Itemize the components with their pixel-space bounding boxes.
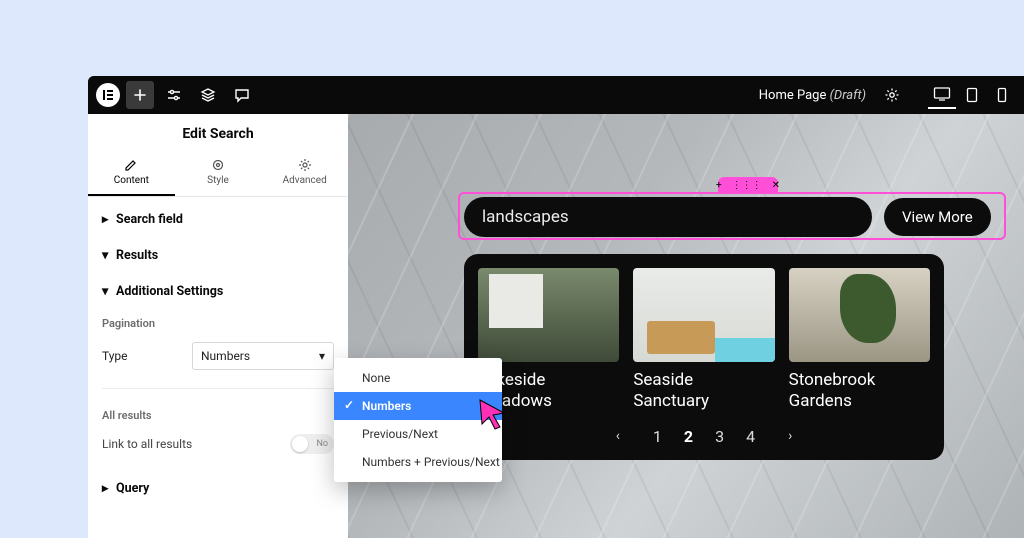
handle-drag-icon[interactable]: ⋮⋮⋮ bbox=[732, 180, 762, 191]
dropdown-option[interactable]: Numbers bbox=[334, 392, 502, 420]
result-thumbnail bbox=[633, 268, 774, 362]
caret-down-icon: ▾ bbox=[102, 283, 110, 299]
comments-icon[interactable] bbox=[228, 81, 256, 109]
caret-right-icon: ▸ bbox=[102, 211, 110, 227]
page-next[interactable]: › bbox=[788, 428, 792, 444]
page-settings-icon[interactable] bbox=[878, 81, 906, 109]
view-more-button[interactable]: View More bbox=[884, 198, 991, 236]
link-all-results-label: Link to all results bbox=[102, 437, 192, 451]
type-select[interactable]: Numbers ▾ bbox=[192, 342, 334, 370]
elementor-logo[interactable] bbox=[96, 83, 120, 107]
result-card[interactable]: SeasideSanctuary bbox=[633, 268, 774, 413]
tab-advanced[interactable]: Advanced bbox=[261, 152, 348, 196]
dropdown-option[interactable]: Previous/Next bbox=[334, 420, 502, 448]
result-card[interactable]: StonebrookGardens bbox=[789, 268, 930, 413]
pagination-label: Pagination bbox=[88, 309, 348, 336]
link-all-results-toggle[interactable]: No bbox=[290, 434, 334, 454]
topbar: Home Page (Draft) bbox=[88, 76, 1024, 114]
result-title: StonebrookGardens bbox=[789, 370, 930, 413]
panel-title: Edit Search bbox=[88, 114, 348, 152]
dropdown-option[interactable]: None bbox=[334, 364, 502, 392]
panel-tabs: Content Style Advanced bbox=[88, 152, 348, 197]
result-thumbnail bbox=[478, 268, 619, 362]
dropdown-option[interactable]: Numbers + Previous/Next bbox=[334, 448, 502, 476]
editor-panel: Edit Search Content Style Advanced ▸ bbox=[88, 114, 348, 538]
page-number[interactable]: 1 bbox=[653, 427, 662, 446]
divider bbox=[102, 388, 334, 389]
result-title: SeasideSanctuary bbox=[633, 370, 774, 413]
pagination: ‹ 1 2 3 4 › bbox=[478, 427, 930, 446]
all-results-label: All results bbox=[88, 401, 348, 428]
caret-down-icon: ▾ bbox=[102, 247, 110, 263]
page-number[interactable]: 3 bbox=[715, 427, 724, 446]
result-thumbnail bbox=[789, 268, 930, 362]
tab-content[interactable]: Content bbox=[88, 152, 175, 196]
device-tablet[interactable] bbox=[958, 81, 986, 109]
type-dropdown: NoneNumbersPrevious/NextNumbers + Previo… bbox=[334, 358, 502, 482]
structure-icon[interactable] bbox=[194, 81, 222, 109]
type-select-value: Numbers bbox=[201, 349, 250, 363]
page-title: Home Page (Draft) bbox=[759, 88, 866, 103]
page-prev[interactable]: ‹ bbox=[616, 428, 620, 444]
handle-close-icon[interactable]: ✕ bbox=[772, 180, 780, 191]
tab-style[interactable]: Style bbox=[175, 152, 262, 196]
handle-add-icon[interactable]: + bbox=[716, 180, 722, 191]
section-search-field[interactable]: ▸ Search field bbox=[88, 201, 348, 237]
widget-handle[interactable]: + ⋮⋮⋮ ✕ bbox=[718, 177, 778, 193]
page-number[interactable]: 2 bbox=[684, 427, 693, 446]
section-additional-settings[interactable]: ▾ Additional Settings bbox=[88, 273, 348, 309]
results-card: LakesideMeadowsSeasideSanctuaryStonebroo… bbox=[464, 254, 944, 460]
chevron-down-icon: ▾ bbox=[319, 349, 325, 363]
section-query[interactable]: ▸ Query bbox=[88, 470, 348, 506]
add-widget-button[interactable] bbox=[126, 81, 154, 109]
type-label: Type bbox=[102, 349, 192, 363]
section-results[interactable]: ▾ Results bbox=[88, 237, 348, 273]
settings-sliders-icon[interactable] bbox=[160, 81, 188, 109]
search-input-preview[interactable]: landscapes bbox=[464, 197, 872, 237]
device-mobile[interactable] bbox=[988, 81, 1016, 109]
caret-right-icon: ▸ bbox=[102, 480, 110, 496]
device-desktop[interactable] bbox=[928, 81, 956, 109]
page-number[interactable]: 4 bbox=[746, 427, 755, 446]
app-window: Home Page (Draft) Edit Search bbox=[88, 76, 1024, 538]
